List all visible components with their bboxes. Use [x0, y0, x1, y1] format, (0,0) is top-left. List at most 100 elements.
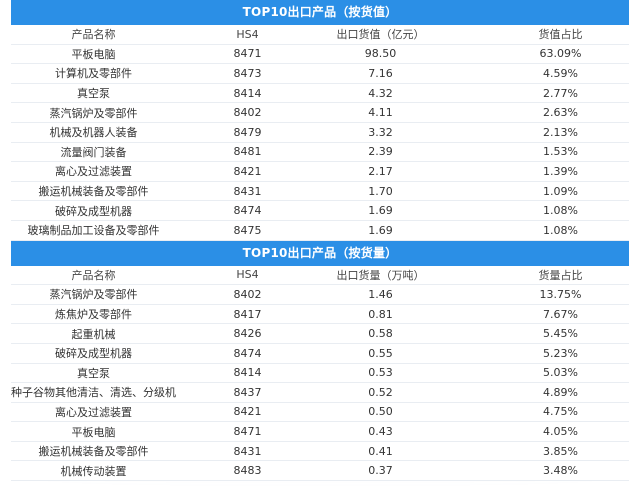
table-header-row: 产品名称 HS4 出口货量（万吨） 货量占比: [11, 265, 629, 286]
share-cell: 7.67%: [452, 304, 629, 325]
share-cell: 5.03%: [452, 363, 629, 384]
export-amount-cell: 4.32: [309, 83, 452, 104]
table-row: 机械传动装置 8483 0.37 3.48%: [11, 460, 629, 482]
product-name-cell: 计算机及零部件: [11, 63, 176, 84]
table-row: 搬运机械装备及零部件 8431 1.70 1.09%: [11, 181, 629, 202]
column-header: 产品名称: [11, 265, 176, 286]
export-amount-cell: 0.37: [309, 460, 452, 482]
table-row: 平板电脑 8471 0.43 4.05%: [11, 421, 629, 442]
table-row: 蒸汽锅炉及零部件 8402 4.11 2.63%: [11, 102, 629, 123]
table-by-volume: 产品名称 HS4 出口货量（万吨） 货量占比 蒸汽锅炉及零部件 8402 1.46 13.75…: [11, 265, 629, 482]
hs4-cell: 8475: [176, 220, 309, 241]
hs4-cell: 8431: [176, 441, 309, 462]
product-name-cell: 离心及过滤装置: [11, 161, 176, 182]
product-name-cell: 流量阀门装备: [11, 142, 176, 163]
export-products-card: TOP10出口产品（按货值） 产品名称 HS4 出口货值（亿元） 货值占比 平板电脑 84…: [11, 0, 629, 482]
table-row: 真空泵 8414 4.32 2.77%: [11, 83, 629, 104]
export-amount-cell: 0.81: [309, 304, 452, 325]
table-row: 种子谷物其他清洁、清选、分级机 8437 0.52 4.89%: [11, 382, 629, 403]
share-cell: 3.48%: [452, 460, 629, 482]
table-row: 起重机械 8426 0.58 5.45%: [11, 323, 629, 344]
share-cell: 1.08%: [452, 220, 629, 241]
export-amount-cell: 1.69: [309, 220, 452, 241]
product-name-cell: 种子谷物其他清洁、清选、分级机: [11, 382, 176, 403]
product-name-cell: 起重机械: [11, 323, 176, 344]
product-name-cell: 平板电脑: [11, 44, 176, 65]
export-amount-cell: 0.50: [309, 402, 452, 423]
hs4-cell: 8483: [176, 460, 309, 482]
share-cell: 1.39%: [452, 161, 629, 182]
column-header: 货值占比: [452, 25, 629, 45]
column-header: 货量占比: [452, 265, 629, 286]
share-cell: 4.05%: [452, 421, 629, 442]
product-name-cell: 平板电脑: [11, 421, 176, 442]
product-name-cell: 蒸汽锅炉及零部件: [11, 284, 176, 305]
share-cell: 1.53%: [452, 142, 629, 163]
table-row: 破碎及成型机器 8474 0.55 5.23%: [11, 343, 629, 364]
export-amount-cell: 1.70: [309, 181, 452, 202]
product-name-cell: 离心及过滤装置: [11, 402, 176, 423]
section-title-by-value: TOP10出口产品（按货值）: [11, 0, 629, 25]
hs4-cell: 8414: [176, 363, 309, 384]
export-amount-cell: 1.69: [309, 200, 452, 221]
product-name-cell: 搬运机械装备及零部件: [11, 441, 176, 462]
export-amount-cell: 1.46: [309, 284, 452, 305]
export-amount-cell: 2.39: [309, 142, 452, 163]
hs4-cell: 8437: [176, 382, 309, 403]
section-title-by-volume: TOP10出口产品（按货量）: [11, 240, 629, 266]
hs4-cell: 8414: [176, 83, 309, 104]
table-row: 破碎及成型机器 8474 1.69 1.08%: [11, 200, 629, 221]
share-cell: 63.09%: [452, 44, 629, 65]
table-row: 真空泵 8414 0.53 5.03%: [11, 363, 629, 384]
hs4-cell: 8417: [176, 304, 309, 325]
hs4-cell: 8474: [176, 343, 309, 364]
export-amount-cell: 0.43: [309, 421, 452, 442]
column-header: HS4: [176, 265, 309, 286]
column-header: HS4: [176, 25, 309, 45]
table-row: 离心及过滤装置 8421 0.50 4.75%: [11, 402, 629, 423]
table-header-row: 产品名称 HS4 出口货值（亿元） 货值占比: [11, 25, 629, 45]
product-name-cell: 破碎及成型机器: [11, 343, 176, 364]
hs4-cell: 8473: [176, 63, 309, 84]
share-cell: 2.13%: [452, 122, 629, 143]
share-cell: 4.59%: [452, 63, 629, 84]
column-header: 出口货量（万吨）: [309, 265, 452, 286]
product-name-cell: 真空泵: [11, 363, 176, 384]
product-name-cell: 玻璃制品加工设备及零部件: [11, 220, 176, 241]
hs4-cell: 8474: [176, 200, 309, 221]
share-cell: 3.85%: [452, 441, 629, 462]
product-name-cell: 搬运机械装备及零部件: [11, 181, 176, 202]
share-cell: 1.08%: [452, 200, 629, 221]
hs4-cell: 8402: [176, 284, 309, 305]
share-cell: 13.75%: [452, 284, 629, 305]
share-cell: 4.75%: [452, 402, 629, 423]
share-cell: 2.63%: [452, 102, 629, 123]
share-cell: 1.09%: [452, 181, 629, 202]
column-header: 出口货值（亿元）: [309, 25, 452, 45]
table-row: 玻璃制品加工设备及零部件 8475 1.69 1.08%: [11, 220, 629, 241]
export-amount-cell: 3.32: [309, 122, 452, 143]
hs4-cell: 8431: [176, 181, 309, 202]
hs4-cell: 8402: [176, 102, 309, 123]
share-cell: 5.23%: [452, 343, 629, 364]
share-cell: 4.89%: [452, 382, 629, 403]
table-row: 平板电脑 8471 98.50 63.09%: [11, 44, 629, 65]
export-amount-cell: 4.11: [309, 102, 452, 123]
hs4-cell: 8426: [176, 323, 309, 344]
export-amount-cell: 0.55: [309, 343, 452, 364]
hs4-cell: 8481: [176, 142, 309, 163]
table-row: 流量阀门装备 8481 2.39 1.53%: [11, 142, 629, 163]
export-amount-cell: 2.17: [309, 161, 452, 182]
table-row: 机械及机器人装备 8479 3.32 2.13%: [11, 122, 629, 143]
export-amount-cell: 0.53: [309, 363, 452, 384]
product-name-cell: 炼焦炉及零部件: [11, 304, 176, 325]
share-cell: 2.77%: [452, 83, 629, 104]
table-row: 离心及过滤装置 8421 2.17 1.39%: [11, 161, 629, 182]
product-name-cell: 破碎及成型机器: [11, 200, 176, 221]
export-amount-cell: 0.52: [309, 382, 452, 403]
hs4-cell: 8421: [176, 402, 309, 423]
hs4-cell: 8479: [176, 122, 309, 143]
table-row: 搬运机械装备及零部件 8431 0.41 3.85%: [11, 441, 629, 462]
hs4-cell: 8421: [176, 161, 309, 182]
export-amount-cell: 7.16: [309, 63, 452, 84]
